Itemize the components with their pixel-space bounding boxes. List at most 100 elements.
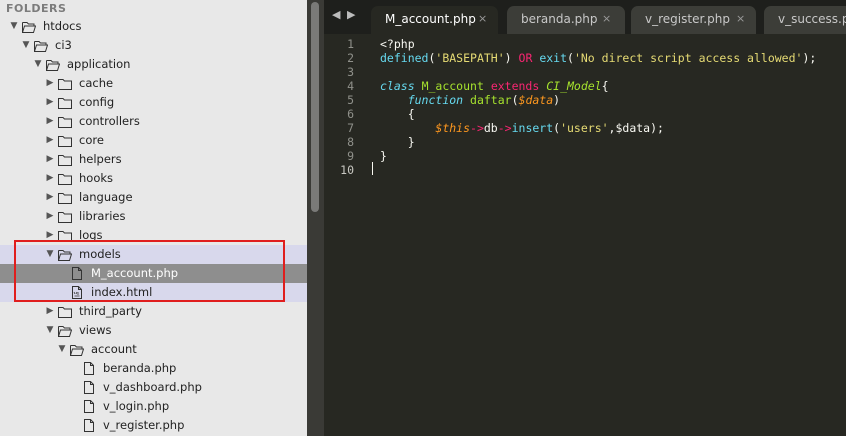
file-icon bbox=[70, 267, 84, 280]
tree-folder-item[interactable]: ▶ cache bbox=[0, 74, 307, 93]
tab-close-icon[interactable]: × bbox=[602, 6, 611, 32]
tree-folder-item[interactable]: ▶ libraries bbox=[0, 207, 307, 226]
expand-arrow-down-icon[interactable]: ▼ bbox=[44, 321, 56, 340]
tab-m-account[interactable]: M_account.php × bbox=[371, 6, 498, 34]
tab-label: beranda.php bbox=[521, 12, 598, 26]
tab-close-icon[interactable]: × bbox=[478, 6, 487, 32]
line-number: 7 bbox=[347, 121, 354, 135]
line-number: 6 bbox=[347, 107, 354, 121]
folder-open-icon bbox=[45, 58, 61, 71]
tree-folder-item[interactable]: ▼ htdocs bbox=[0, 17, 307, 36]
tree-item-label: controllers bbox=[79, 114, 140, 128]
expand-arrow-right-icon[interactable]: ▶ bbox=[44, 207, 56, 226]
code-line[interactable]: } bbox=[380, 135, 415, 149]
tree-file-item[interactable]: v_login.php bbox=[0, 397, 307, 416]
folder-icon bbox=[58, 134, 72, 147]
tree-folder-item[interactable]: ▼ models bbox=[0, 245, 307, 264]
expand-arrow-right-icon[interactable]: ▶ bbox=[44, 74, 56, 93]
tree-item-label: v_login.php bbox=[103, 399, 170, 413]
tab-forward-arrow-icon[interactable]: ▶ bbox=[347, 8, 355, 21]
tab-bar: ◀ ▶ M_account.php × beranda.php × v_regi… bbox=[324, 0, 846, 34]
tab-back-arrow-icon[interactable]: ◀ bbox=[332, 8, 340, 21]
tree-item-label: ci3 bbox=[55, 38, 72, 52]
tree-item-label: M_account.php bbox=[91, 266, 179, 280]
tree-item-label: beranda.php bbox=[103, 361, 177, 375]
tree-item-label: account bbox=[91, 342, 137, 356]
code-line[interactable]: $this->db->insert('users',$data); bbox=[380, 121, 664, 135]
expand-arrow-right-icon[interactable]: ▶ bbox=[44, 169, 56, 188]
folder-open-icon bbox=[33, 39, 49, 52]
expand-arrow-down-icon[interactable]: ▼ bbox=[20, 36, 32, 55]
line-number: 9 bbox=[347, 149, 354, 163]
tree-folder-item[interactable]: ▼ views bbox=[0, 321, 307, 340]
folder-icon bbox=[58, 305, 72, 318]
line-number: 4 bbox=[347, 79, 354, 93]
tree-file-item[interactable]: v_dashboard.php bbox=[0, 378, 307, 397]
tree-folder-item[interactable]: ▶ core bbox=[0, 131, 307, 150]
sidebar-scrollbar[interactable] bbox=[307, 0, 324, 436]
expand-arrow-down-icon[interactable]: ▼ bbox=[44, 245, 56, 264]
folder-icon bbox=[58, 96, 72, 109]
file-icon bbox=[82, 362, 96, 375]
expand-arrow-right-icon[interactable]: ▶ bbox=[44, 93, 56, 112]
expand-arrow-right-icon[interactable]: ▶ bbox=[44, 226, 56, 245]
file-icon bbox=[82, 381, 96, 394]
tab-label: M_account.php bbox=[385, 12, 476, 26]
line-number: 8 bbox=[347, 135, 354, 149]
tree-item-label: core bbox=[79, 133, 104, 147]
tree-file-item[interactable]: index.html bbox=[0, 283, 307, 302]
tree-file-item[interactable]: M_account.php bbox=[0, 264, 307, 283]
tab-v-register[interactable]: v_register.php × bbox=[631, 6, 756, 34]
tree-folder-item[interactable]: ▶ third_party bbox=[0, 302, 307, 321]
html-file-icon bbox=[70, 286, 84, 299]
tree-item-label: cache bbox=[79, 76, 114, 90]
expand-arrow-right-icon[interactable]: ▶ bbox=[44, 112, 56, 131]
line-number: 3 bbox=[347, 65, 354, 79]
folder-icon bbox=[58, 229, 72, 242]
tree-folder-item[interactable]: ▶ logs bbox=[0, 226, 307, 245]
tree-folder-item[interactable]: ▶ config bbox=[0, 93, 307, 112]
expand-arrow-down-icon[interactable]: ▼ bbox=[32, 55, 44, 74]
tree-folder-item[interactable]: ▼ account bbox=[0, 340, 307, 359]
sidebar-scrollbar-thumb[interactable] bbox=[311, 2, 319, 212]
folder-sidebar: FOLDERS ▼ htdocs ▼ ci3 ▼ application ▶ cache ▶ co… bbox=[0, 0, 307, 436]
file-icon bbox=[82, 400, 96, 413]
code-line[interactable]: class M_account extends CI_Model{ bbox=[380, 79, 609, 93]
tree-item-label: v_register.php bbox=[103, 418, 185, 432]
tree-item-label: libraries bbox=[79, 209, 126, 223]
tree-folder-item[interactable]: ▶ hooks bbox=[0, 169, 307, 188]
folder-open-icon bbox=[57, 248, 73, 261]
tree-folder-item[interactable]: ▶ helpers bbox=[0, 150, 307, 169]
tab-close-icon[interactable]: × bbox=[736, 6, 745, 32]
expand-arrow-right-icon[interactable]: ▶ bbox=[44, 188, 56, 207]
tab-v-success[interactable]: v_success.p bbox=[764, 6, 846, 34]
expand-arrow-right-icon[interactable]: ▶ bbox=[44, 131, 56, 150]
code-line[interactable]: } bbox=[380, 149, 387, 163]
code-editor[interactable]: 1 2 3 4 5 6 7 8 9 10 <?php defined('BASEPATH') OR e… bbox=[324, 34, 846, 436]
expand-arrow-right-icon[interactable]: ▶ bbox=[44, 150, 56, 169]
folder-icon bbox=[58, 191, 72, 204]
folder-icon bbox=[58, 153, 72, 166]
tree-item-label: logs bbox=[79, 228, 103, 242]
code-line[interactable]: <?php bbox=[380, 37, 415, 51]
tree-folder-item[interactable]: ▼ ci3 bbox=[0, 36, 307, 55]
code-line[interactable]: function daftar($data) bbox=[380, 93, 560, 107]
tree-item-label: third_party bbox=[79, 304, 142, 318]
tab-beranda[interactable]: beranda.php × bbox=[507, 6, 625, 34]
code-line[interactable]: { bbox=[380, 107, 415, 121]
tree-folder-item[interactable]: ▶ controllers bbox=[0, 112, 307, 131]
line-number: 5 bbox=[347, 93, 354, 107]
folder-icon bbox=[58, 172, 72, 185]
code-line[interactable]: defined('BASEPATH') OR exit('No direct s… bbox=[380, 51, 816, 65]
tab-label: v_register.php bbox=[645, 12, 730, 26]
tree-folder-item[interactable]: ▶ language bbox=[0, 188, 307, 207]
tree-folder-item[interactable]: ▼ application bbox=[0, 55, 307, 74]
expand-arrow-down-icon[interactable]: ▼ bbox=[8, 17, 20, 36]
expand-arrow-right-icon[interactable]: ▶ bbox=[44, 302, 56, 321]
tree-item-label: helpers bbox=[79, 152, 122, 166]
tree-file-item[interactable]: v_register.php bbox=[0, 416, 307, 435]
file-icon bbox=[82, 419, 96, 432]
tree-item-label: hooks bbox=[79, 171, 114, 185]
expand-arrow-down-icon[interactable]: ▼ bbox=[56, 340, 68, 359]
tree-file-item[interactable]: beranda.php bbox=[0, 359, 307, 378]
